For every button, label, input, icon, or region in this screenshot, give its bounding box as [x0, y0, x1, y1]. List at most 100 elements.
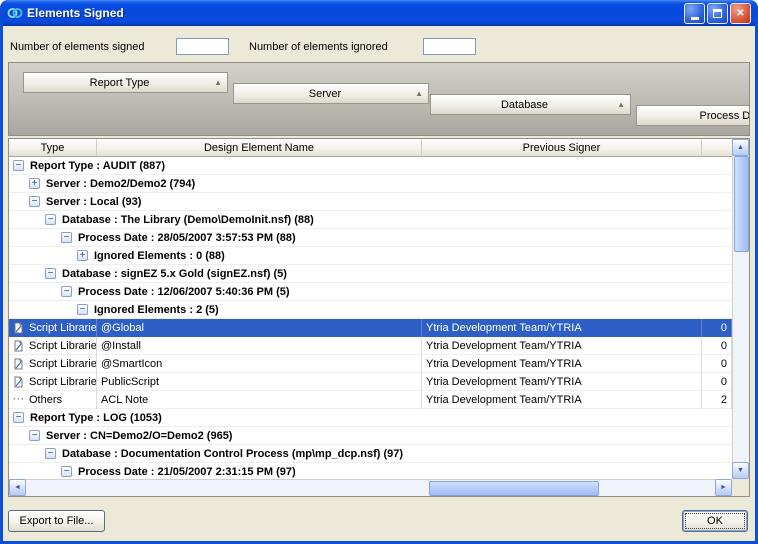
- maximize-button[interactable]: [707, 3, 728, 24]
- minimize-icon: [691, 17, 699, 20]
- tree-indent: [9, 255, 77, 256]
- ignored-count-input[interactable]: [423, 38, 476, 55]
- scroll-right-button[interactable]: ►: [715, 479, 732, 496]
- scroll-up-icon: ▲: [737, 144, 744, 151]
- ignored-count-label: Number of elements ignored: [249, 41, 388, 53]
- horizontal-scroll-thumb[interactable]: [429, 481, 599, 496]
- titlebar[interactable]: Elements Signed ✕: [3, 0, 755, 26]
- group-row-label: Server : Local (93): [46, 196, 141, 208]
- table-row[interactable]: Script Libraries@InstallYtria Developmen…: [9, 337, 732, 355]
- column-header-type[interactable]: Type: [9, 139, 97, 157]
- collapse-icon[interactable]: −: [45, 448, 56, 459]
- tree-indent: [9, 291, 61, 292]
- results-grid: Type Design Element Name Previous Signer…: [8, 138, 750, 497]
- group-row[interactable]: + Ignored Elements : 0 (88): [9, 247, 732, 265]
- collapse-icon[interactable]: −: [45, 268, 56, 279]
- column-header-design-element-name[interactable]: Design Element Name: [97, 139, 422, 157]
- tree-indent: [9, 309, 77, 310]
- group-row[interactable]: −Report Type : LOG (1053): [9, 409, 732, 427]
- close-button[interactable]: ✕: [730, 3, 751, 24]
- cell-type: Script Libraries: [9, 319, 97, 337]
- group-row-label: Process Date : 12/06/2007 5:40:36 PM (5): [78, 286, 290, 298]
- type-label: Script Libraries: [29, 322, 97, 334]
- group-button-report-type[interactable]: Report Type ▲: [23, 72, 228, 93]
- elements-signed-window: Elements Signed ✕ Number of elements sig…: [0, 0, 758, 544]
- group-row-label: Ignored Elements : 0 (88): [94, 250, 225, 262]
- collapse-icon[interactable]: −: [61, 466, 72, 477]
- sort-ascending-icon: ▲: [617, 101, 625, 109]
- tree-indent: [9, 273, 45, 274]
- table-row[interactable]: Script Libraries@SmartIconYtria Developm…: [9, 355, 732, 373]
- group-row[interactable]: +Server : Demo2/Demo2 (794): [9, 175, 732, 193]
- group-row-label: Database : The Library (Demo\DemoInit.ns…: [62, 214, 314, 226]
- scroll-down-button[interactable]: ▼: [732, 462, 749, 479]
- window-title: Elements Signed: [27, 6, 680, 20]
- cell-design-element-name: @Global: [97, 319, 422, 337]
- group-row[interactable]: −Ignored Elements : 2 (5): [9, 301, 732, 319]
- signed-count-input[interactable]: [176, 38, 229, 55]
- tree-indent: [9, 219, 45, 220]
- collapse-icon[interactable]: −: [13, 412, 24, 423]
- grid-header: Type Design Element Name Previous Signer: [9, 139, 732, 157]
- scroll-up-button[interactable]: ▲: [732, 139, 749, 156]
- group-row-label: Process Date : 21/05/2007 2:31:15 PM (97…: [78, 466, 296, 478]
- scroll-down-icon: ▼: [737, 467, 744, 474]
- collapse-icon[interactable]: −: [61, 286, 72, 297]
- cell-count: 2: [702, 391, 732, 409]
- export-to-file-button[interactable]: Export to File...: [8, 510, 105, 532]
- minimize-button[interactable]: [684, 3, 705, 24]
- cell-previous-signer: Ytria Development Team/YTRIA: [422, 391, 702, 409]
- group-row-label: Database : Documentation Control Process…: [62, 448, 403, 460]
- ok-button[interactable]: OK: [682, 510, 748, 532]
- group-row[interactable]: −Server : CN=Demo2/O=Demo2 (965): [9, 427, 732, 445]
- group-row[interactable]: −Process Date : 12/06/2007 5:40:36 PM (5…: [9, 283, 732, 301]
- expand-icon[interactable]: +: [29, 178, 40, 189]
- collapse-icon[interactable]: −: [45, 214, 56, 225]
- group-button-server[interactable]: Server ▲: [233, 83, 429, 104]
- group-row[interactable]: −Server : Local (93): [9, 193, 732, 211]
- expand-icon[interactable]: +: [77, 250, 88, 261]
- column-header-count[interactable]: [702, 139, 732, 157]
- vertical-scrollbar[interactable]: ▲ ▼: [732, 139, 749, 479]
- group-row[interactable]: −Process Date : 21/05/2007 2:31:15 PM (9…: [9, 463, 732, 479]
- group-row[interactable]: −Database : signEZ 5.x Gold (signEZ.nsf)…: [9, 265, 732, 283]
- cell-count: 0: [702, 337, 732, 355]
- collapse-icon[interactable]: −: [77, 304, 88, 315]
- vertical-scroll-thumb[interactable]: [734, 156, 749, 252]
- cell-type: Script Libraries: [9, 337, 97, 355]
- group-button-database[interactable]: Database ▲: [430, 94, 631, 115]
- type-label: Script Libraries: [29, 340, 97, 352]
- group-button-label: Database: [501, 99, 548, 111]
- grid-rows: −Report Type : AUDIT (887)+Server : Demo…: [9, 157, 732, 479]
- column-header-previous-signer[interactable]: Previous Signer: [422, 139, 702, 157]
- table-row[interactable]: Script LibrariesPublicScriptYtria Develo…: [9, 373, 732, 391]
- tree-indent: [9, 435, 29, 436]
- group-row-label: Database : signEZ 5.x Gold (signEZ.nsf) …: [62, 268, 287, 280]
- collapse-icon[interactable]: −: [29, 196, 40, 207]
- maximize-icon: [713, 9, 722, 18]
- scroll-left-button[interactable]: ◄: [9, 479, 26, 496]
- table-row[interactable]: Script Libraries@GlobalYtria Development…: [9, 319, 732, 337]
- collapse-icon[interactable]: −: [29, 430, 40, 441]
- group-row[interactable]: −Database : Documentation Control Proces…: [9, 445, 732, 463]
- cell-count: 0: [702, 373, 732, 391]
- others-icon: ···: [13, 395, 27, 404]
- cell-previous-signer: Ytria Development Team/YTRIA: [422, 355, 702, 373]
- group-row[interactable]: −Report Type : AUDIT (887): [9, 157, 732, 175]
- table-row[interactable]: ···OthersACL NoteYtria Development Team/…: [9, 391, 732, 409]
- script-library-icon: [13, 376, 27, 388]
- horizontal-scrollbar[interactable]: ◄ ►: [9, 479, 732, 496]
- cell-count: 0: [702, 319, 732, 337]
- cell-design-element-name: ACL Note: [97, 391, 422, 409]
- tree-indent: [9, 453, 45, 454]
- group-button-label: Process Date: [699, 110, 750, 122]
- group-row[interactable]: −Process Date : 28/05/2007 3:57:53 PM (8…: [9, 229, 732, 247]
- tree-indent: [9, 237, 61, 238]
- group-button-process-date[interactable]: Process Date ▲: [636, 105, 750, 126]
- group-button-label: Server: [309, 88, 341, 100]
- collapse-icon[interactable]: −: [13, 160, 24, 171]
- script-library-icon: [13, 340, 27, 352]
- collapse-icon[interactable]: −: [61, 232, 72, 243]
- cell-type: Script Libraries: [9, 355, 97, 373]
- group-row[interactable]: −Database : The Library (Demo\DemoInit.n…: [9, 211, 732, 229]
